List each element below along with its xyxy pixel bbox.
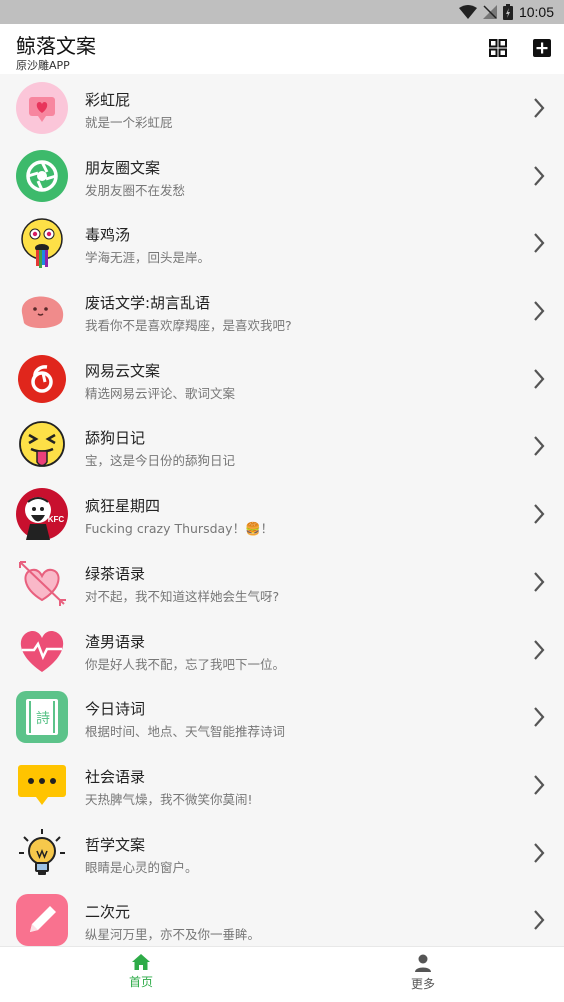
nav-more-label: 更多 (410, 977, 435, 991)
chevron-right-icon (534, 165, 545, 186)
list-item-daily-poetry[interactable]: 詩 今日诗词 根据时间、地点、天气智能推荐诗词 (0, 683, 564, 751)
heartbeat-icon (16, 624, 68, 676)
item-title: 废话文学:胡言乱语 (85, 294, 211, 313)
item-title: 渣男语录 (85, 632, 146, 651)
bottom-nav: 首页 更多 (0, 946, 564, 1002)
item-subtitle: 眼睛是心灵的窗户。 (85, 859, 198, 875)
chevron-right-icon (534, 504, 545, 524)
chevron-right-icon (534, 842, 545, 863)
category-list: 彩虹屁 就是一个彩虹屁 朋友圈文案 发朋友圈不在发愁 毒鸡汤 学海无涯，回头是岸… (0, 74, 564, 946)
list-item-scumbag-quotes[interactable]: 渣男语录 你是好人我不配，忘了我吧下一位。 (0, 616, 564, 684)
status-icons: 10:05 (458, 2, 554, 22)
list-item-social-quotes[interactable]: 社会语录 天热脾气燥，我不微笑你莫闹! (0, 751, 564, 819)
list-item-philosophy-copy[interactable]: 哲学文案 眼睛是心灵的窗户。 (0, 819, 564, 887)
chevron-right-icon (534, 98, 545, 118)
heart-arrow-icon (16, 556, 68, 608)
item-title: 绿茶语录 (85, 564, 146, 583)
kfc-logo-icon: KFC (16, 488, 68, 541)
item-subtitle: 纵星河万里，亦不及你一垂眸。 (85, 927, 261, 943)
blob-face-icon (16, 285, 68, 337)
list-item-nonsense-literature[interactable]: 废话文学:胡言乱语 我看你不是喜欢摩羯座，是喜欢我吧? (0, 277, 564, 345)
item-subtitle: 你是好人我不配，忘了我吧下一位。 (85, 656, 286, 672)
chat-bubble-icon (16, 759, 68, 811)
person-icon (415, 954, 431, 972)
item-subtitle: Fucking crazy Thursday！🍔！ (85, 521, 274, 537)
tongue-out-emoji-icon (16, 420, 68, 472)
chevron-right-icon (534, 301, 545, 321)
chevron-right-icon (534, 910, 545, 930)
list-item-rainbow-fart[interactable]: 彩虹屁 就是一个彩虹屁 (0, 74, 564, 142)
nav-home[interactable]: 首页 (101, 953, 181, 990)
add-button[interactable] (532, 38, 552, 58)
item-subtitle: 精选网易云评论、歌词文案 (85, 385, 236, 401)
item-title: 朋友圈文案 (85, 158, 161, 177)
item-subtitle: 就是一个彩虹屁 (85, 115, 173, 130)
item-title: 舔狗日记 (85, 429, 146, 448)
camera-aperture-icon (16, 149, 68, 202)
list-item-poison-soup[interactable]: 毒鸡汤 学海无涯，回头是岸。 (0, 209, 564, 277)
poetry-scroll-icon: 詩 (16, 691, 68, 744)
item-title: 毒鸡汤 (85, 226, 131, 245)
nav-home-label: 首页 (128, 975, 153, 989)
item-subtitle: 宝，这是今日份的舔狗日记 (85, 453, 236, 469)
heart-message-icon (16, 82, 68, 134)
wifi-icon (458, 5, 477, 19)
item-subtitle: 天热脾气燥，我不微笑你莫闹! (85, 791, 253, 807)
netease-music-icon (16, 353, 68, 405)
no-signal-icon (482, 5, 497, 19)
chevron-right-icon (534, 369, 545, 389)
item-title: 彩虹屁 (85, 91, 131, 109)
item-title: 社会语录 (85, 767, 146, 786)
app-subtitle: 原沙雕APP (16, 59, 70, 72)
item-title: 网易云文案 (85, 361, 161, 380)
list-item-crazy-thursday[interactable]: KFC 疯狂星期四 Fucking crazy Thursday！🍔！ (0, 480, 564, 548)
nav-more[interactable]: 更多 (383, 953, 463, 992)
item-subtitle: 对不起，我不知道这样她会生气呀? (85, 588, 280, 604)
chevron-right-icon (534, 639, 545, 660)
item-subtitle: 发朋友圈不在发愁 (85, 182, 186, 198)
list-item-moments-copy[interactable]: 朋友圈文案 发朋友圈不在发愁 (0, 142, 564, 210)
list-item-green-tea-quotes[interactable]: 绿茶语录 对不起，我不知道这样她会生气呀? (0, 548, 564, 616)
app-title: 鲸落文案 (16, 34, 96, 58)
list-item-netease-copy[interactable]: 网易云文案 精选网易云评论、歌词文案 (0, 345, 564, 413)
item-title: 今日诗词 (85, 700, 146, 719)
item-title: 疯狂星期四 (85, 497, 161, 516)
item-subtitle: 根据时间、地点、天气智能推荐诗词 (85, 724, 286, 740)
item-title: 哲学文案 (85, 835, 146, 854)
home-icon (132, 954, 150, 970)
chevron-right-icon (534, 233, 545, 254)
chevron-right-icon (534, 707, 545, 727)
drooling-emoji-icon (16, 217, 68, 269)
light-bulb-icon (16, 827, 68, 879)
list-item-anime[interactable]: 二次元 纵星河万里，亦不及你一垂眸。 (0, 886, 564, 946)
poem-char: 詩 (36, 711, 50, 727)
status-time: 10:05 (518, 4, 554, 20)
item-title: 二次元 (85, 903, 131, 922)
battery-charging-icon (502, 4, 513, 20)
status-bar: 10:05 (0, 0, 564, 24)
list-item-simp-diary[interactable]: 舔狗日记 宝，这是今日份的舔狗日记 (0, 412, 564, 480)
chevron-right-icon (534, 572, 545, 592)
item-subtitle: 学海无涯，回头是岸。 (85, 250, 211, 266)
kfc-text: KFC (48, 515, 65, 524)
pencil-icon (16, 894, 68, 946)
app-bar: 鲸落文案 原沙雕APP (0, 24, 564, 74)
grid-icon (489, 39, 507, 57)
chevron-right-icon (534, 436, 545, 457)
chevron-right-icon (534, 775, 545, 795)
grid-view-button[interactable] (488, 38, 508, 58)
item-subtitle: 我看你不是喜欢摩羯座，是喜欢我吧? (85, 318, 292, 334)
add-box-icon (533, 39, 551, 57)
